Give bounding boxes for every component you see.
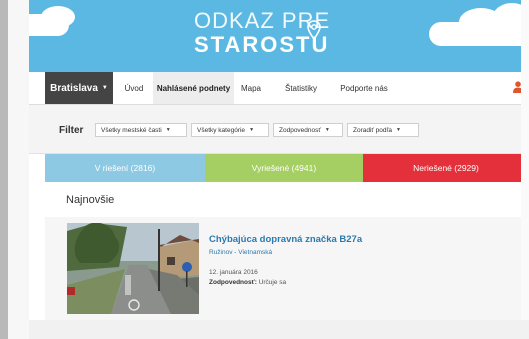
status-unresolved[interactable]: Neriešené (2929)	[363, 154, 529, 182]
right-window-edge	[521, 0, 529, 320]
caret-down-icon: ▼	[396, 127, 401, 133]
page: ODKAZ PRE STAROSTU Bratislava ▼ Úvod Nah…	[29, 0, 529, 320]
latest-heading: Najnovšie	[66, 194, 115, 206]
left-window-edge	[0, 0, 8, 339]
chevron-down-icon: ▼	[101, 85, 108, 91]
main-navigation: Bratislava ▼ Úvod Nahlásené podnety Mapa…	[29, 72, 529, 105]
issue-photo[interactable]	[67, 223, 199, 314]
nav-statistiky[interactable]: Štatistiky	[277, 72, 325, 104]
bottom-margin	[29, 320, 529, 339]
left-margin	[8, 0, 29, 339]
issue-title-link[interactable]: Chýbajúca dopravná značka B27a	[209, 234, 362, 245]
nav-nahlasene-podnety[interactable]: Nahlásené podnety	[153, 72, 234, 104]
responsibility-dropdown[interactable]: Zodpovednosť ▼	[273, 123, 343, 137]
city-label: Bratislava	[50, 82, 98, 94]
filter-label: Filter	[59, 125, 84, 136]
issue-location[interactable]: Ružinov - Vietnamská	[209, 249, 272, 256]
issue-date: 12. januára 2016	[209, 269, 258, 276]
responsibility-value: Určuje sa	[258, 279, 287, 286]
category-dropdown[interactable]: Všetky kategórie ▼	[191, 123, 269, 137]
site-logo[interactable]: ODKAZ PRE STAROSTU	[179, 6, 329, 66]
header-banner: ODKAZ PRE STAROSTU	[29, 0, 529, 72]
nav-podporte-nas[interactable]: Podporte nás	[333, 72, 395, 104]
status-summary: V riešení (2816) Vyriešené (4941) Nerieš…	[45, 154, 529, 182]
list-item[interactable]: Chýbajúca dopravná značka B27a Ružinov -…	[45, 217, 529, 320]
district-dropdown[interactable]: Všetky mestské časti ▼	[95, 123, 187, 137]
issue-responsibility: Zodpovednosť: Určuje sa	[209, 279, 286, 286]
caret-down-icon: ▼	[165, 127, 171, 133]
filter-bar: Filter Všetky mestské časti ▼ Všetky kat…	[29, 105, 529, 154]
nav-mapa[interactable]: Mapa	[237, 72, 265, 104]
status-resolved[interactable]: Vyriešené (4941)	[205, 154, 363, 182]
status-in-progress[interactable]: V riešení (2816)	[45, 154, 205, 182]
responsibility-label: Zodpovednosť:	[209, 279, 257, 286]
caret-down-icon: ▼	[249, 127, 255, 133]
map-pin-icon	[307, 20, 321, 45]
sort-dropdown[interactable]: Zoradiť podľa ▼	[347, 123, 419, 137]
city-selector[interactable]: Bratislava ▼	[45, 72, 113, 104]
nav-uvod[interactable]: Úvod	[117, 72, 151, 104]
caret-down-icon: ▼	[324, 127, 330, 133]
